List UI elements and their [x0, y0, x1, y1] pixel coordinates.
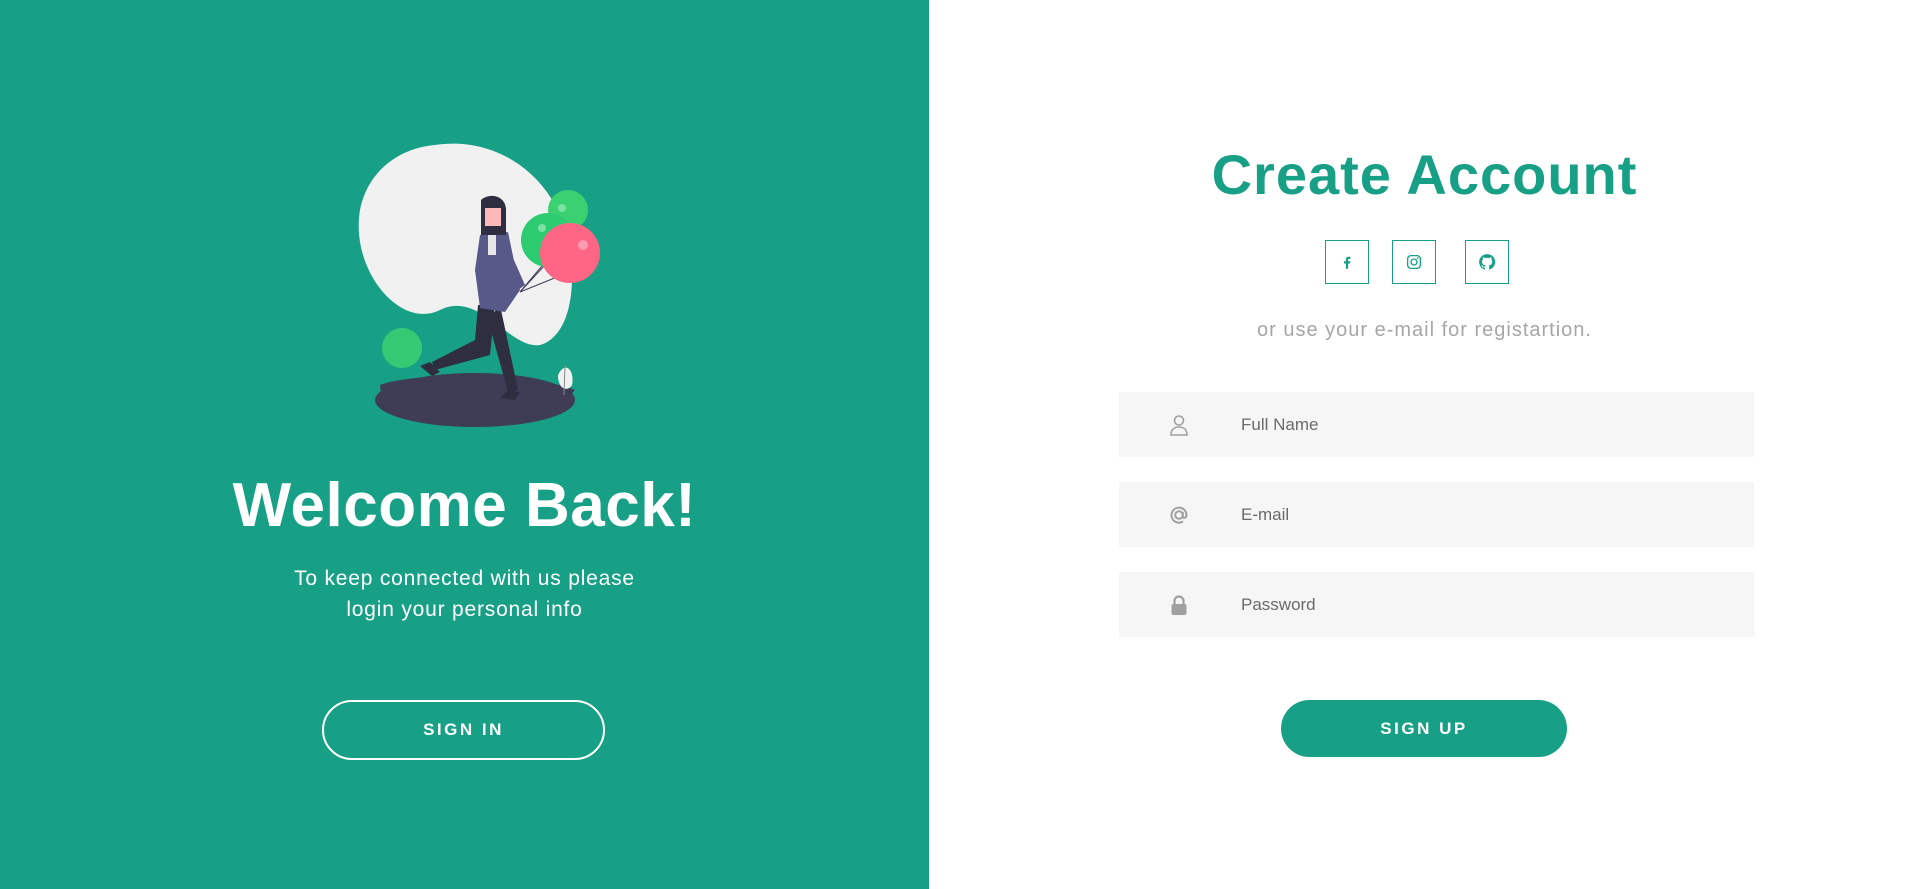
welcome-description: To keep connected with us please login y… — [0, 563, 929, 625]
email-field — [1119, 482, 1754, 547]
welcome-text-line2: login your personal info — [346, 598, 583, 621]
at-sign-icon — [1119, 504, 1239, 526]
full-name-input[interactable] — [1239, 403, 1723, 446]
create-account-title: Create Account — [1211, 143, 1638, 206]
welcome-panel: Welcome Back! To keep connected with us … — [0, 0, 929, 889]
full-name-field — [1119, 392, 1754, 457]
welcome-text-line1: To keep connected with us please — [294, 567, 635, 590]
lock-icon — [1119, 594, 1239, 616]
sign-in-button[interactable]: SIGN IN — [322, 700, 605, 760]
instagram-icon — [1406, 254, 1422, 270]
welcome-title: Welcome Back! — [232, 471, 697, 540]
user-icon — [1119, 414, 1239, 436]
password-input[interactable] — [1239, 583, 1723, 626]
facebook-icon — [1344, 256, 1351, 269]
email-registration-hint: or use your e-mail for registartion. — [1256, 319, 1592, 341]
github-icon — [1479, 254, 1496, 270]
github-button[interactable] — [1465, 240, 1509, 284]
sign-up-button[interactable]: SIGN UP — [1281, 700, 1567, 757]
signup-panel: Create Account or use your e-mail for re… — [929, 0, 1920, 889]
password-field — [1119, 572, 1754, 637]
social-login-row — [1325, 240, 1509, 284]
instagram-button[interactable] — [1392, 240, 1436, 284]
auth-page: Welcome Back! To keep connected with us … — [0, 0, 1920, 889]
facebook-button[interactable] — [1325, 240, 1369, 284]
woman-with-balloons-illustration — [358, 143, 600, 427]
email-input[interactable] — [1239, 493, 1723, 536]
